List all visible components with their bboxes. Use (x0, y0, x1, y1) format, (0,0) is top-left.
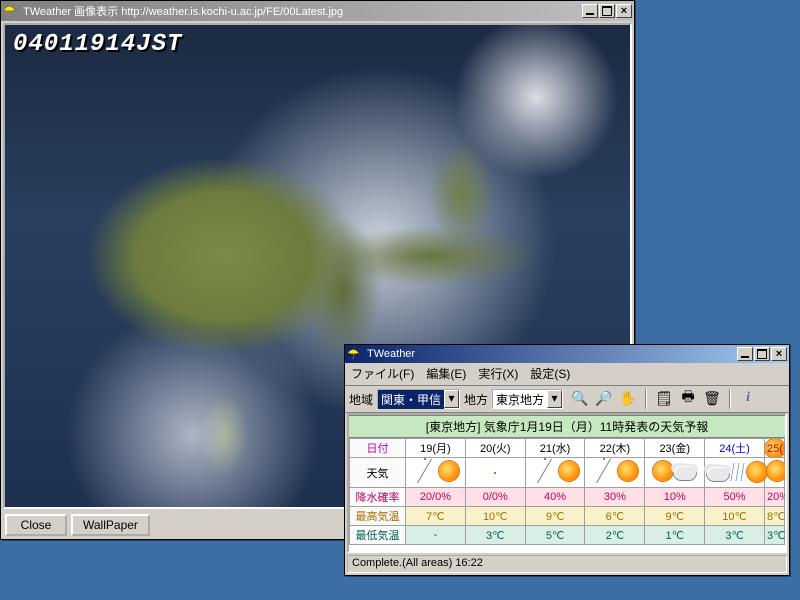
region-select[interactable]: 関東・甲信 ▾ (377, 389, 460, 409)
wallpaper-button[interactable]: WallPaper (71, 514, 150, 536)
date-cell: 25(日) (765, 439, 785, 458)
date-cell: 19(月) (406, 439, 466, 458)
lo-cell: - (406, 526, 466, 545)
row-date: 日付 19(月)20(火)21(水)22(木)23(金)24(土)25(日) (350, 439, 785, 458)
weather-cell (406, 458, 466, 488)
weather-cell (765, 458, 785, 488)
toolbar-separator (729, 389, 731, 409)
satellite-timestamp: 04011914JST (13, 31, 182, 58)
satellite-title: TWeather 画像表示 http://weather.is.kochi-u.… (23, 3, 578, 19)
weather-cell (705, 458, 765, 488)
statusbar: Complete.(All areas) 16:22 (347, 555, 787, 573)
menu-run[interactable]: 実行(X) (478, 365, 518, 382)
toolbar-separator (645, 389, 647, 409)
satellite-titlebar[interactable]: ☂ TWeather 画像表示 http://weather.is.kochi-… (1, 1, 634, 21)
minimize-button[interactable] (582, 4, 598, 18)
area-value: 東京地方 (493, 390, 547, 409)
info-icon[interactable]: i (739, 389, 757, 407)
hi-cell: 9℃ (525, 507, 585, 526)
menu-settings[interactable]: 設定(S) (530, 365, 570, 382)
row-weather-label: 天気 (350, 458, 406, 488)
hi-cell: 8℃ (765, 507, 785, 526)
weather-cell (525, 458, 585, 488)
chevron-down-icon[interactable]: ▾ (547, 390, 562, 408)
row-lo-label: 最低気温 (350, 526, 406, 545)
row-hi-label: 最高気温 (350, 507, 406, 526)
row-hi: 最高気温 7℃10℃9℃6℃9℃10℃8℃ (350, 507, 785, 526)
chevron-down-icon[interactable]: ▾ (444, 390, 459, 408)
close-button[interactable]: × (616, 4, 632, 18)
date-cell: 23(金) (645, 439, 705, 458)
prob-cell: 10% (645, 488, 705, 507)
app-umbrella-icon: ☂ (3, 3, 19, 19)
region-label: 地域 (349, 391, 373, 408)
prob-cell: 0/0% (465, 488, 525, 507)
trash-icon[interactable]: 🗑 (703, 389, 721, 407)
maximize-button[interactable] (599, 4, 615, 18)
row-date-label: 日付 (350, 439, 406, 458)
menu-file[interactable]: ファイル(F) (351, 365, 414, 382)
prob-cell: 30% (585, 488, 645, 507)
weather-cell (465, 458, 525, 488)
forecast-titlebar[interactable]: ☂ TWeather × (345, 345, 789, 363)
hi-cell: 10℃ (705, 507, 765, 526)
date-cell: 21(水) (525, 439, 585, 458)
print-icon[interactable]: 🖶 (679, 389, 697, 407)
lo-cell: 3℃ (765, 526, 785, 545)
minimize-button[interactable] (737, 347, 753, 361)
hi-cell: 7℃ (406, 507, 466, 526)
weather-cell (645, 458, 705, 488)
hi-cell: 10℃ (465, 507, 525, 526)
prob-cell: 20/0% (406, 488, 466, 507)
row-weather: 天気 (350, 458, 785, 488)
lo-cell: 3℃ (465, 526, 525, 545)
row-prob-label: 降水確率 (350, 488, 406, 507)
toolbar: 地域 関東・甲信 ▾ 地方 東京地方 ▾ 🔍 🔎 ✋ 🗒 🖶 🗑 i (345, 386, 789, 413)
date-cell: 22(木) (585, 439, 645, 458)
search-icon[interactable]: 🔍 (571, 389, 589, 407)
hi-cell: 9℃ (645, 507, 705, 526)
area-select[interactable]: 東京地方 ▾ (492, 389, 563, 409)
hand-icon[interactable]: ✋ (619, 389, 637, 407)
note-icon[interactable]: 🗒 (655, 389, 673, 407)
close-button[interactable]: × (771, 347, 787, 361)
forecast-title: TWeather (367, 348, 733, 360)
search-doc-icon[interactable]: 🔎 (595, 389, 613, 407)
prob-cell: 50% (705, 488, 765, 507)
forecast-panel: [東京地方] 気象庁1月19日（月）11時発表の天気予報 日付 19(月)20(… (347, 413, 787, 553)
lo-cell: 2℃ (585, 526, 645, 545)
app-umbrella-icon: ☂ (347, 346, 363, 362)
lo-cell: 1℃ (645, 526, 705, 545)
hi-cell: 6℃ (585, 507, 645, 526)
lo-cell: 3℃ (705, 526, 765, 545)
forecast-heading: [東京地方] 気象庁1月19日（月）11時発表の天気予報 (349, 415, 785, 438)
prob-cell: 40% (525, 488, 585, 507)
row-prob: 降水確率 20/0%0/0%40%30%10%50%20% (350, 488, 785, 507)
prob-cell: 20% (765, 488, 785, 507)
lo-cell: 5℃ (525, 526, 585, 545)
menubar: ファイル(F) 編集(E) 実行(X) 設定(S) (345, 363, 789, 386)
row-lo: 最低気温 -3℃5℃2℃1℃3℃3℃ (350, 526, 785, 545)
weather-cell (585, 458, 645, 488)
area-label: 地方 (464, 391, 488, 408)
date-cell: 24(土) (705, 439, 765, 458)
maximize-button[interactable] (754, 347, 770, 361)
region-value: 関東・甲信 (378, 390, 444, 409)
date-cell: 20(火) (465, 439, 525, 458)
close-image-button[interactable]: Close (5, 514, 67, 536)
menu-edit[interactable]: 編集(E) (426, 365, 466, 382)
forecast-window: ☂ TWeather × ファイル(F) 編集(E) 実行(X) 設定(S) 地… (344, 344, 790, 576)
forecast-table: 日付 19(月)20(火)21(水)22(木)23(金)24(土)25(日) 天… (349, 438, 785, 545)
